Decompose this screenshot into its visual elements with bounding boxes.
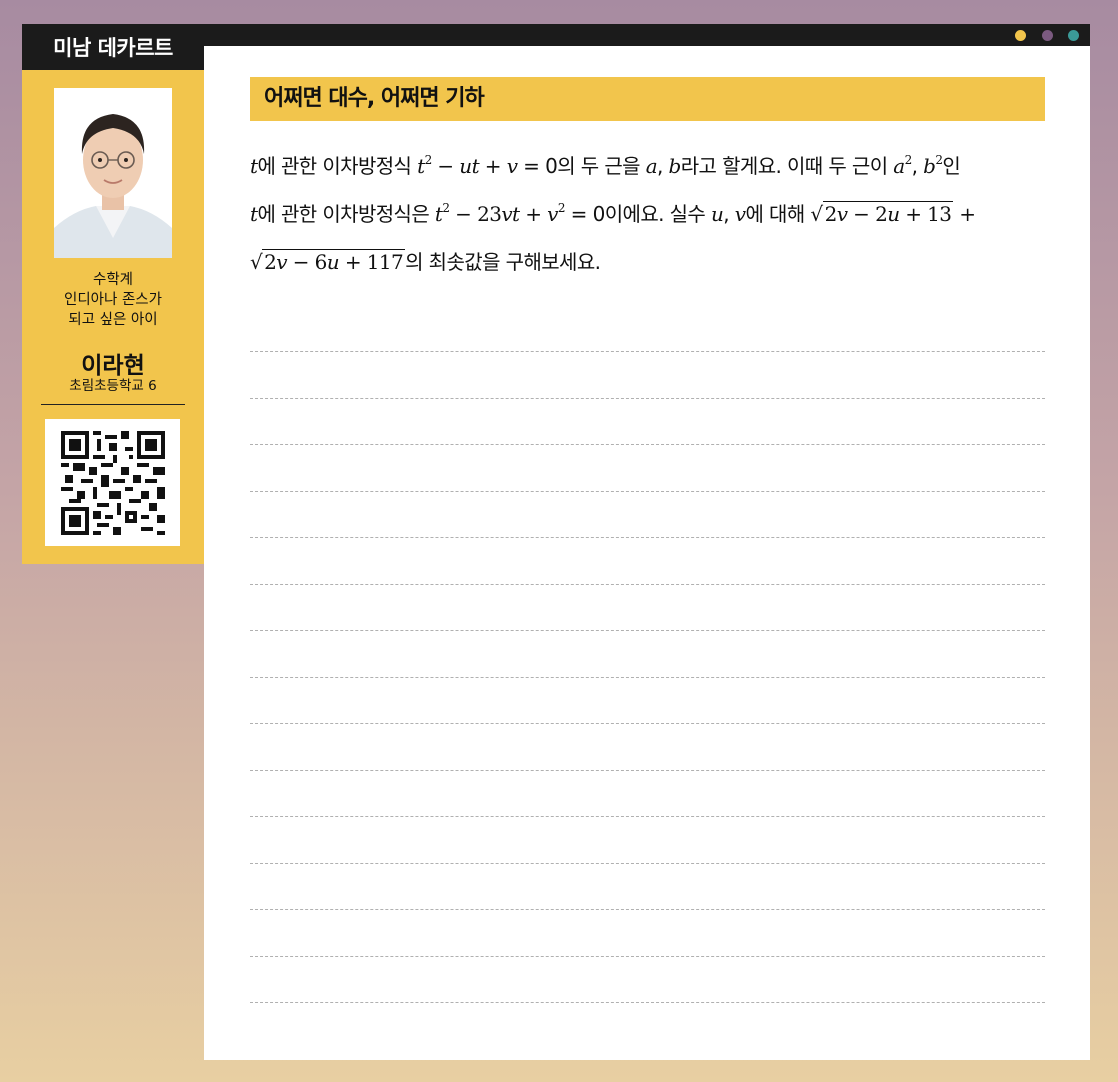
divider xyxy=(41,404,185,405)
text-run: , xyxy=(657,154,669,178)
text-run: = 0의 두 근을 xyxy=(517,154,646,178)
text-run: 에 관한 이차방정식 xyxy=(257,154,418,178)
math-var: t xyxy=(417,154,425,178)
caption-line: 인디아나 존스가 xyxy=(64,292,162,308)
column-title: 미남 데카르트 xyxy=(22,24,204,70)
problem-line-3: √ 2v − 6u + 117 의 최솟값을 구해보세요. xyxy=(250,238,1050,286)
student-school: 초림초등학교 6 xyxy=(69,378,157,394)
title-bar: 어쩌면 대수, 어쩌면 기하 xyxy=(250,77,1045,121)
sqrt-sign: √ xyxy=(810,202,823,226)
math-op: + 13 xyxy=(899,202,952,226)
math-op: − xyxy=(431,154,460,178)
math-var: u xyxy=(326,250,340,274)
math-var: u xyxy=(711,202,724,226)
math-op: − 6 xyxy=(286,250,328,274)
sqrt-sign: √ xyxy=(250,250,263,274)
math-op: + 117 xyxy=(339,250,404,274)
answer-line[interactable] xyxy=(250,537,1045,538)
answer-line[interactable] xyxy=(250,583,1045,585)
answer-line[interactable] xyxy=(250,769,1045,771)
text-run: , xyxy=(723,202,735,226)
text-run: 라고 할게요. 이때 두 근이 xyxy=(680,154,894,178)
math-var: vt xyxy=(501,202,520,226)
text-run: , xyxy=(911,154,924,178)
answer-line[interactable] xyxy=(250,723,1045,724)
math-num: 2 xyxy=(264,250,277,274)
sqrt-radicand: 2v − 6u + 117 xyxy=(262,249,406,274)
answer-line[interactable] xyxy=(250,862,1045,864)
profile-panel: 수학계 인디아나 존스가 되고 싶은 아이 이라현 초림초등학교 6 xyxy=(22,70,204,564)
math-var: u xyxy=(887,202,900,226)
math-op: − 23 xyxy=(449,202,502,226)
answer-line[interactable] xyxy=(250,955,1045,957)
text-run: 인 xyxy=(942,154,961,178)
sqrt-expression: √ 2v − 6u + 117 xyxy=(250,238,406,286)
qr-code[interactable] xyxy=(45,419,180,546)
caption-line: 수학계 xyxy=(92,272,134,288)
math-op: + xyxy=(519,202,548,226)
window-dot-purple xyxy=(1042,30,1053,41)
worksheet-card: 어쩌면 대수, 어쩌면 기하 t에 관한 이차방정식 t2 − ut + v =… xyxy=(204,46,1090,1060)
math-var: v xyxy=(734,202,746,226)
window-dot-teal xyxy=(1068,30,1079,41)
answer-line[interactable] xyxy=(250,397,1045,399)
answer-line[interactable] xyxy=(250,1002,1045,1003)
text-run: 의 최솟값을 구해보세요. xyxy=(405,250,601,274)
math-var: a xyxy=(645,154,658,178)
answer-line[interactable] xyxy=(250,816,1045,817)
answer-line[interactable] xyxy=(250,490,1045,492)
text-run: = 0이에요. 실수 xyxy=(564,202,711,226)
answer-line[interactable] xyxy=(250,444,1045,445)
math-exp: 2 xyxy=(424,153,433,167)
sqrt-expression: √ 2v − 2u + 13 xyxy=(810,190,954,238)
text-run: 에 관한 이차방정식은 xyxy=(257,202,435,226)
student-caption: 수학계 인디아나 존스가 되고 싶은 아이 xyxy=(22,270,204,330)
answer-line[interactable] xyxy=(250,909,1045,910)
math-var: a xyxy=(893,154,905,178)
caption-line: 되고 싶은 아이 xyxy=(68,312,158,328)
sqrt-radicand: 2v − 2u + 13 xyxy=(822,201,954,226)
math-var: b xyxy=(668,154,682,178)
student-photo xyxy=(54,88,172,258)
math-var: v xyxy=(506,154,518,178)
math-var: v xyxy=(276,250,287,274)
math-op: + xyxy=(479,154,507,178)
window-titlebar xyxy=(204,24,1090,46)
problem-line-2: t에 관한 이차방정식은 t2 − 23vt + v2 = 0이에요. 실수 u… xyxy=(250,190,1050,238)
math-var: b xyxy=(923,154,936,178)
math-var: v xyxy=(836,202,848,226)
problem-text: t에 관한 이차방정식 t2 − ut + v = 0의 두 근을 a, b라고… xyxy=(250,142,1050,286)
math-exp: 2 xyxy=(557,201,566,215)
answer-line[interactable] xyxy=(250,630,1045,631)
problem-title: 어쩌면 대수, 어쩌면 기하 xyxy=(264,86,485,111)
math-var: ut xyxy=(459,154,480,178)
math-num: 2 xyxy=(824,202,838,226)
math-op: + xyxy=(953,202,976,226)
text-run: 에 대해 xyxy=(745,202,811,226)
math-var: v xyxy=(547,202,558,226)
math-op: − 2 xyxy=(847,202,888,226)
answer-line[interactable] xyxy=(250,351,1045,352)
answer-line[interactable] xyxy=(250,676,1045,678)
window-dot-yellow xyxy=(1015,30,1026,41)
math-exp: 2 xyxy=(904,153,913,167)
problem-line-1: t에 관한 이차방정식 t2 − ut + v = 0의 두 근을 a, b라고… xyxy=(250,142,1050,190)
